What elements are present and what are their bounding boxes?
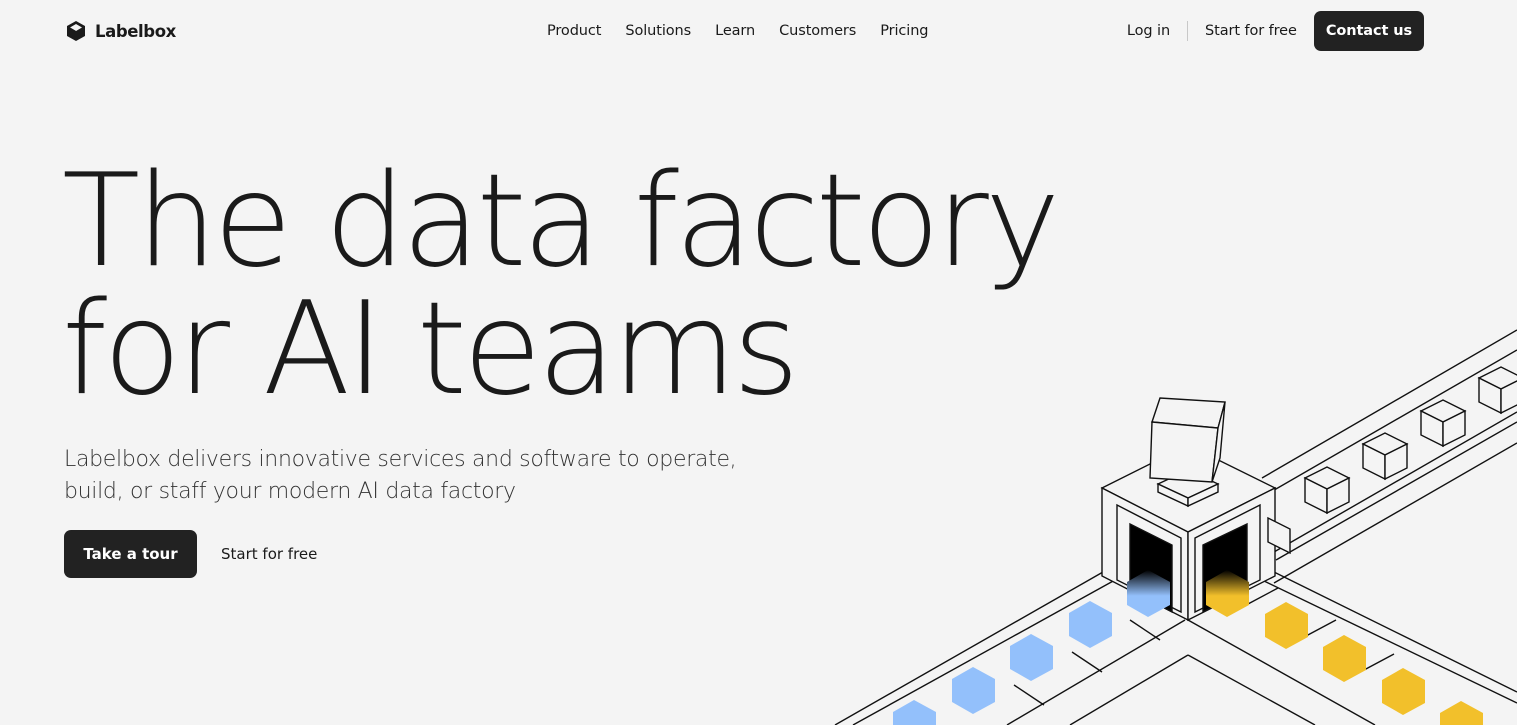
header-actions: Log in Start for free Contact us <box>1127 11 1424 51</box>
logo-text: Labelbox <box>95 21 176 41</box>
nav-item-pricing[interactable]: Pricing <box>880 23 928 39</box>
data-factory-illustration <box>834 329 1517 725</box>
site-header: Labelbox Product Solutions Learn Custome… <box>0 0 1517 62</box>
header-divider <box>1187 21 1189 41</box>
yellow-hexagons <box>1206 570 1483 725</box>
start-free-hero-link[interactable]: Start for free <box>221 545 317 563</box>
contact-us-button[interactable]: Contact us <box>1313 11 1424 51</box>
blue-hexagons <box>893 570 1170 725</box>
login-link[interactable]: Log in <box>1127 23 1187 39</box>
hero-headline-line1: The data factory <box>62 147 1061 296</box>
hero-subtitle-line2: build, or staff your modern AI data fact… <box>64 479 516 504</box>
nav-item-product[interactable]: Product <box>547 23 601 39</box>
nav-item-customers[interactable]: Customers <box>779 23 856 39</box>
hero-subtitle-line1: Labelbox delivers innovative services an… <box>64 447 737 472</box>
start-free-header-link[interactable]: Start for free <box>1205 23 1297 39</box>
main-nav: Product Solutions Learn Customers Pricin… <box>547 23 929 39</box>
nav-item-learn[interactable]: Learn <box>715 23 755 39</box>
input-cube-large <box>1149 397 1226 483</box>
nav-item-solutions[interactable]: Solutions <box>625 23 691 39</box>
input-cubes <box>1267 366 1517 555</box>
labelbox-cube-icon <box>67 21 85 41</box>
hero-cta-row: Take a tour Start for free <box>64 530 317 578</box>
take-a-tour-button[interactable]: Take a tour <box>64 530 197 578</box>
hero-subtitle: Labelbox delivers innovative services an… <box>64 444 764 508</box>
labelbox-logo[interactable]: Labelbox <box>66 20 176 42</box>
